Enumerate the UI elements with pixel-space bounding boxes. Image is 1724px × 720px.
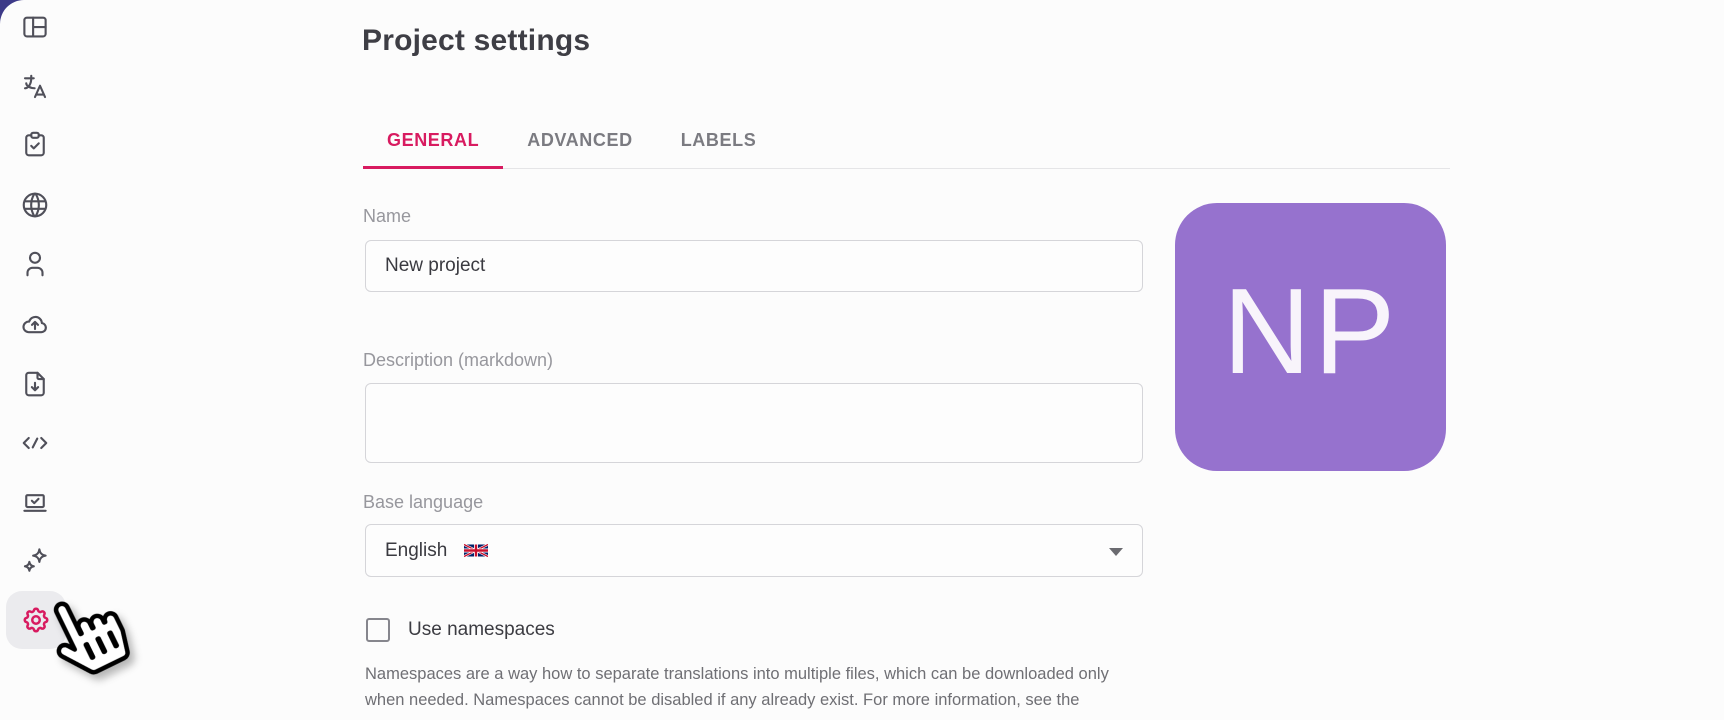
sidebar-item-members[interactable] [13,242,57,286]
description-label: Description (markdown) [363,350,553,371]
project-avatar[interactable]: NP [1175,203,1446,471]
sidebar-item-tasks[interactable] [13,122,57,166]
laptop-check-icon [20,487,50,517]
base-language-value: English [385,540,447,562]
sidebar-item-developer[interactable] [13,480,57,524]
name-label: Name [363,206,411,227]
sidebar-item-integrate[interactable] [13,421,57,465]
sparkles-icon [20,545,50,575]
tab-general[interactable]: GENERAL [363,114,503,169]
project-avatar-initials: NP [1223,261,1398,401]
description-input[interactable] [365,383,1143,463]
sidebar-item-settings[interactable] [6,591,66,649]
namespaces-help-text: Namespaces are a way how to separate tra… [365,662,1109,713]
globe-icon [20,190,50,220]
help-text-line-2: when needed. Namespaces cannot be disabl… [365,688,1109,714]
translate-icon [20,72,50,102]
use-namespaces-row: Use namespaces [366,618,555,642]
user-icon [20,249,50,279]
sidebar-item-languages[interactable] [13,183,57,227]
page-title: Project settings [362,24,590,58]
sidebar [0,0,72,720]
use-namespaces-label: Use namespaces [408,619,555,641]
base-language-label: Base language [363,492,483,513]
tab-advanced[interactable]: ADVANCED [503,114,656,169]
settings-gear-icon [21,605,51,635]
code-icon [20,428,50,458]
sidebar-item-export[interactable] [13,362,57,406]
file-download-icon [20,369,50,399]
sidebar-item-dashboard[interactable] [13,5,57,49]
layout-dashboard-icon [20,12,50,42]
help-text-line-1: Namespaces are a way how to separate tra… [365,662,1109,688]
use-namespaces-checkbox[interactable] [366,618,390,642]
cloud-upload-icon [20,309,50,339]
tab-bar: GENERAL ADVANCED LABELS [363,114,1450,169]
uk-flag-icon [464,542,488,559]
chevron-down-icon [1109,548,1123,556]
clipboard-check-icon [20,129,50,159]
sidebar-item-ai[interactable] [13,538,57,582]
name-input[interactable] [365,240,1143,292]
sidebar-item-translations[interactable] [13,65,57,109]
sidebar-item-import[interactable] [13,302,57,346]
base-language-select[interactable]: English [365,524,1143,577]
app-card: Project settings GENERAL ADVANCED LABELS… [0,0,1724,720]
tab-labels[interactable]: LABELS [657,114,781,169]
